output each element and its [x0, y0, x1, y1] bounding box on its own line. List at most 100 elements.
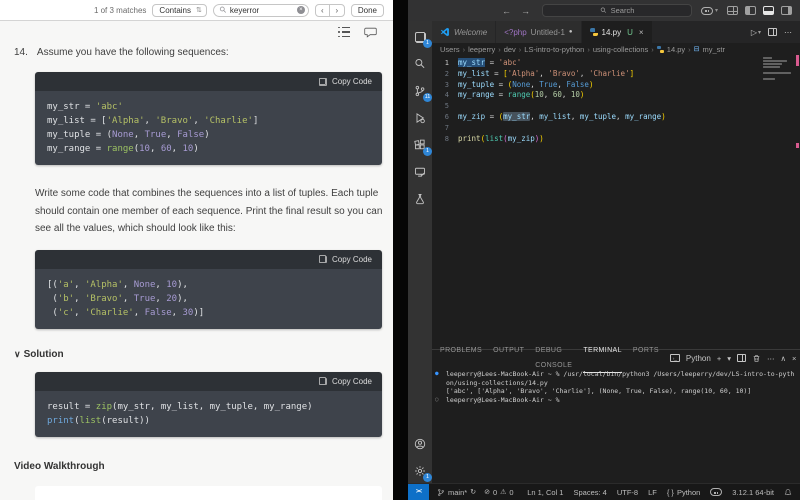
editor-actions: ▷▾ ⋯ — [751, 21, 800, 43]
eol-status[interactable]: LF — [648, 488, 657, 497]
settings-gear-icon[interactable]: 1 — [412, 463, 428, 479]
breadcrumb-item[interactable]: Users — [440, 45, 460, 54]
explorer-icon[interactable]: 1 — [412, 29, 428, 45]
activity-bar: 1 11 1 1 — [408, 21, 432, 483]
shell-label[interactable]: Python — [686, 354, 711, 363]
testing-icon[interactable] — [412, 191, 428, 207]
line-number: 4 — [432, 90, 458, 101]
trash-icon[interactable] — [752, 354, 761, 363]
breadcrumb-item[interactable]: leeperry — [468, 45, 495, 54]
browser-pane: 1 of 3 matches Contains ⇅ × ‹ › Done — [0, 0, 393, 500]
error-icon: ⊘ — [484, 488, 490, 496]
braces-icon: { } — [667, 488, 674, 497]
run-button[interactable]: ▷▾ — [751, 28, 761, 37]
close-tab-icon[interactable]: × — [639, 28, 644, 37]
copy-code-button[interactable]: Copy Code — [332, 77, 372, 86]
vscode-logo-icon — [440, 27, 450, 37]
breadcrumb-item[interactable]: using-collections — [593, 45, 648, 54]
code-block-sequences: Copy Code my_str = 'abc'my_list = ['Alph… — [35, 72, 382, 165]
cursor-position[interactable]: Ln 1, Col 1 — [527, 488, 563, 497]
editor-line: 8print(list(my_zip)) — [432, 134, 800, 145]
done-button[interactable]: Done — [351, 4, 384, 17]
warning-icon: ⚠ — [500, 488, 506, 496]
maximize-panel-icon[interactable]: ∧ — [780, 354, 786, 363]
chevron-down-icon: ∨ — [14, 349, 21, 360]
problems-status[interactable]: ⊘ 0 ⚠ 0 — [484, 488, 514, 497]
split-editor-icon[interactable] — [768, 28, 777, 36]
code-line: my_str = 'abc' — [47, 100, 370, 114]
find-prev-button[interactable]: ‹ — [316, 5, 330, 16]
copilot-status-icon[interactable] — [710, 488, 722, 496]
notifications-bell-icon[interactable] — [784, 488, 792, 497]
close-panel-icon[interactable]: × — [792, 354, 796, 363]
breadcrumb-item[interactable]: my_str — [703, 45, 726, 54]
chevron-down-icon: ▾ — [758, 29, 761, 36]
clear-search-icon[interactable]: × — [297, 6, 305, 14]
breadcrumb-item[interactable]: LS-intro-to-python — [524, 45, 584, 54]
git-branch-status[interactable]: main* ↻ — [437, 488, 476, 497]
back-button[interactable]: ← — [502, 6, 511, 16]
layout-controls — [727, 6, 792, 15]
editor[interactable]: 1my_str = 'abc'2my_list = ['Alpha', 'Bra… — [432, 55, 800, 349]
chevron-down-icon[interactable]: ▾ — [727, 354, 731, 363]
tab-14py[interactable]: 14.py U × — [582, 21, 653, 43]
prompt-decoration-icon: ○ — [435, 396, 439, 405]
overview-ruler — [795, 55, 800, 349]
customize-layout-icon[interactable] — [727, 6, 738, 15]
toggle-sidebar-icon[interactable] — [745, 6, 756, 15]
find-search-field[interactable]: × — [213, 4, 309, 17]
indentation-status[interactable]: Spaces: 4 — [573, 488, 606, 497]
video-player[interactable] — [35, 486, 382, 500]
split-terminal-icon[interactable] — [737, 354, 746, 362]
search-icon — [219, 6, 227, 14]
remote-indicator[interactable]: >< — [408, 484, 429, 500]
toggle-secondary-sidebar-icon[interactable] — [781, 6, 792, 15]
settings-badge: 1 — [423, 473, 432, 482]
git-status-untracked: U — [627, 28, 633, 37]
code-block-header: Copy Code — [35, 72, 382, 91]
find-next-button[interactable]: › — [330, 5, 344, 16]
toc-icon[interactable] — [338, 27, 350, 37]
panel-actions: ›_ Python + ▾ ⋯ ∧ × — [670, 354, 796, 363]
toggle-panel-icon[interactable] — [763, 6, 774, 15]
command-center-search[interactable]: Search — [542, 4, 692, 17]
terminal[interactable]: ●leeperry@Lees-MacBook-Air ~ % /usr/loca… — [432, 366, 800, 483]
remote-explorer-icon[interactable] — [412, 164, 428, 180]
source-control-icon[interactable]: 11 — [412, 83, 428, 99]
window-divider — [393, 0, 408, 500]
explorer-badge: 1 — [423, 39, 432, 48]
run-debug-icon[interactable] — [412, 110, 428, 126]
tab-welcome[interactable]: Welcome — [432, 21, 496, 43]
python-version-status[interactable]: 3.12.1 64-bit — [732, 488, 774, 497]
more-actions-icon[interactable]: ⋯ — [784, 28, 792, 37]
breadcrumb-item[interactable]: 14.py — [667, 45, 685, 54]
copy-icon — [319, 78, 327, 86]
copy-code-button[interactable]: Copy Code — [332, 377, 372, 386]
updown-arrows-icon: ⇅ — [196, 6, 202, 14]
copilot-button[interactable]: ▾ — [701, 7, 718, 15]
copy-code-button[interactable]: Copy Code — [332, 255, 372, 264]
editor-line: 6my_zip = (my_str, my_list, my_tuple, my… — [432, 112, 800, 123]
breadcrumb-item[interactable]: dev — [504, 45, 516, 54]
tab-untitled-php[interactable]: <?php Untitled-1 ● — [496, 21, 581, 43]
contains-select[interactable]: Contains ⇅ — [152, 4, 206, 17]
code-line: ('c', 'Charlie', False, 30)] — [47, 306, 370, 320]
comments-icon[interactable] — [364, 27, 377, 38]
extensions-icon[interactable]: 1 — [412, 137, 428, 153]
account-icon[interactable] — [412, 436, 428, 452]
language-status[interactable]: { } Python — [667, 488, 700, 497]
minimap[interactable] — [763, 57, 793, 80]
breadcrumb-separator: › — [651, 45, 654, 54]
encoding-status[interactable]: UTF-8 — [617, 488, 638, 497]
forward-button[interactable]: → — [521, 6, 530, 16]
solution-toggle[interactable]: ∨ Solution — [14, 349, 393, 360]
branch-icon — [437, 488, 445, 497]
editor-line: 2my_list = ['Alpha', 'Bravo', 'Charlie'] — [432, 69, 800, 80]
search-icon[interactable] — [412, 56, 428, 72]
page-content: 14. Assume you have the following sequen… — [0, 21, 393, 500]
line-number: 1 — [432, 58, 458, 69]
new-terminal-icon[interactable]: + — [717, 354, 721, 363]
find-input[interactable] — [230, 6, 294, 15]
more-actions-icon[interactable]: ⋯ — [767, 354, 775, 363]
code-block-body: my_str = 'abc'my_list = ['Alpha', 'Bravo… — [35, 91, 382, 165]
